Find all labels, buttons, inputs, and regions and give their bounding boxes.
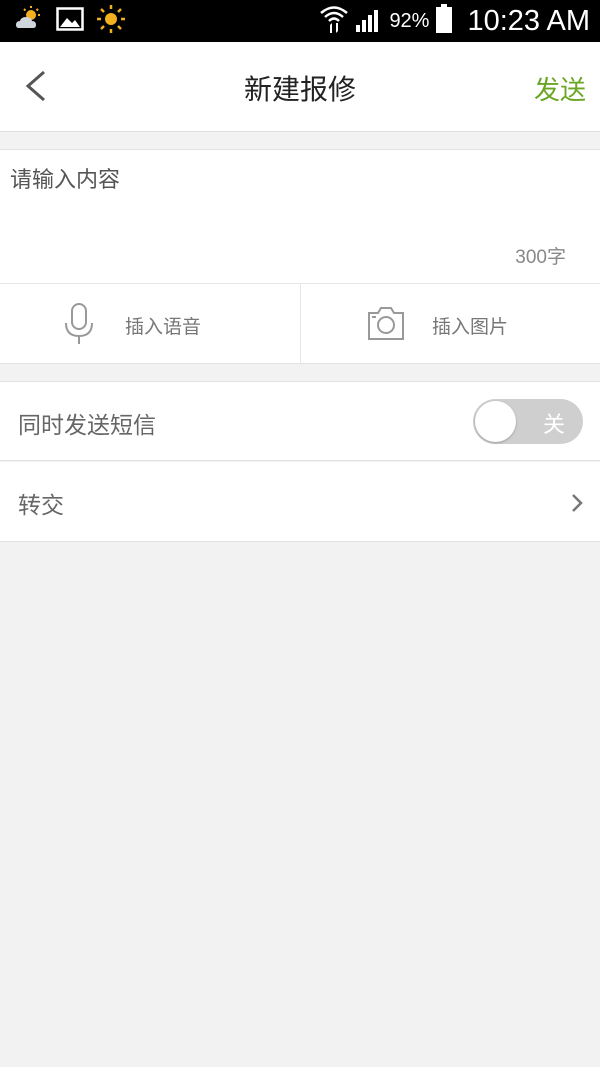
weather-partly-sunny-icon bbox=[14, 6, 44, 36]
battery-icon bbox=[435, 4, 453, 38]
insert-voice-label: 插入语音 bbox=[125, 316, 202, 338]
notification-icons bbox=[14, 5, 126, 37]
content-card: 300字 插入语音 插入图片 bbox=[0, 149, 600, 364]
toggle-knob bbox=[475, 401, 516, 442]
camera-icon bbox=[367, 305, 405, 345]
gallery-icon bbox=[56, 7, 84, 35]
clock: 10:23 AM bbox=[467, 4, 590, 37]
app-header: 新建报修 发送 bbox=[0, 42, 600, 132]
chevron-right-icon bbox=[572, 494, 583, 512]
sms-setting-row: 同时发送短信 关 bbox=[0, 381, 600, 461]
toggle-state-label: 关 bbox=[542, 413, 565, 438]
insert-image-button[interactable]: 插入图片 bbox=[301, 284, 600, 364]
wifi-icon bbox=[319, 3, 349, 39]
battery-percent: 92% bbox=[389, 9, 430, 32]
microphone-icon bbox=[64, 303, 94, 349]
sms-toggle[interactable]: 关 bbox=[473, 399, 583, 444]
content-input[interactable] bbox=[0, 150, 600, 283]
page-title: 新建报修 bbox=[243, 73, 356, 106]
status-bar: 92% 10:23 AM bbox=[0, 0, 600, 42]
char-limit-counter: 300字 bbox=[515, 247, 566, 268]
forward-label: 转交 bbox=[18, 493, 64, 519]
send-button[interactable]: 发送 bbox=[534, 70, 586, 107]
forward-row[interactable]: 转交 bbox=[0, 462, 600, 542]
sun-icon bbox=[96, 4, 126, 38]
insert-voice-button[interactable]: 插入语音 bbox=[0, 284, 300, 364]
signal-icon bbox=[355, 5, 383, 37]
sms-setting-label: 同时发送短信 bbox=[18, 413, 156, 439]
insert-image-label: 插入图片 bbox=[432, 316, 509, 338]
system-icons: 92% 10:23 AM bbox=[319, 0, 590, 42]
